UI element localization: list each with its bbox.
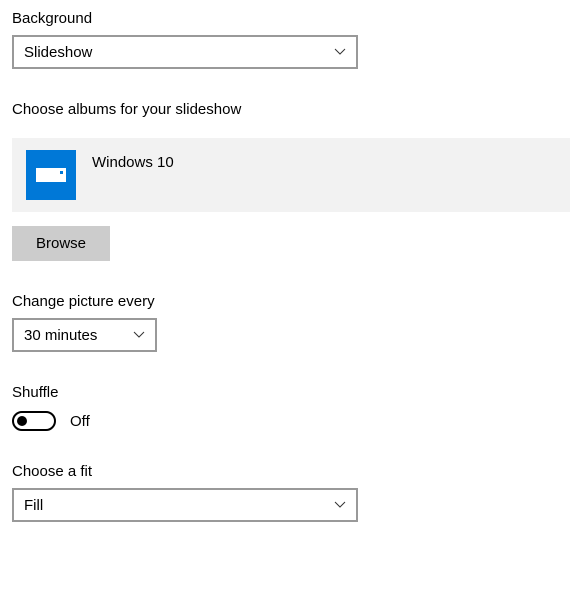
background-select-value: Slideshow [24, 44, 92, 61]
fit-select[interactable]: Fill [12, 488, 358, 522]
interval-label: Change picture every [12, 293, 571, 310]
shuffle-state: Off [70, 413, 90, 430]
chevron-down-icon [334, 46, 346, 58]
chevron-down-icon [334, 499, 346, 511]
background-section: Background Slideshow [12, 10, 571, 69]
toggle-knob [17, 416, 27, 426]
fit-select-value: Fill [24, 497, 43, 514]
interval-section: Change picture every 30 minutes [12, 293, 571, 352]
albums-label: Choose albums for your slideshow [12, 101, 571, 118]
albums-section: Choose albums for your slideshow Windows… [12, 101, 571, 261]
shuffle-toggle[interactable] [12, 411, 56, 431]
drive-icon [26, 150, 76, 200]
album-item[interactable]: Windows 10 [12, 138, 570, 212]
background-label: Background [12, 10, 571, 27]
fit-section: Choose a fit Fill [12, 463, 571, 522]
interval-select-value: 30 minutes [24, 327, 97, 344]
album-name: Windows 10 [92, 154, 174, 171]
background-select[interactable]: Slideshow [12, 35, 358, 69]
fit-label: Choose a fit [12, 463, 571, 480]
interval-select[interactable]: 30 minutes [12, 318, 157, 352]
shuffle-section: Shuffle Off [12, 384, 571, 431]
shuffle-label: Shuffle [12, 384, 571, 401]
browse-button[interactable]: Browse [12, 226, 110, 261]
chevron-down-icon [133, 329, 145, 341]
